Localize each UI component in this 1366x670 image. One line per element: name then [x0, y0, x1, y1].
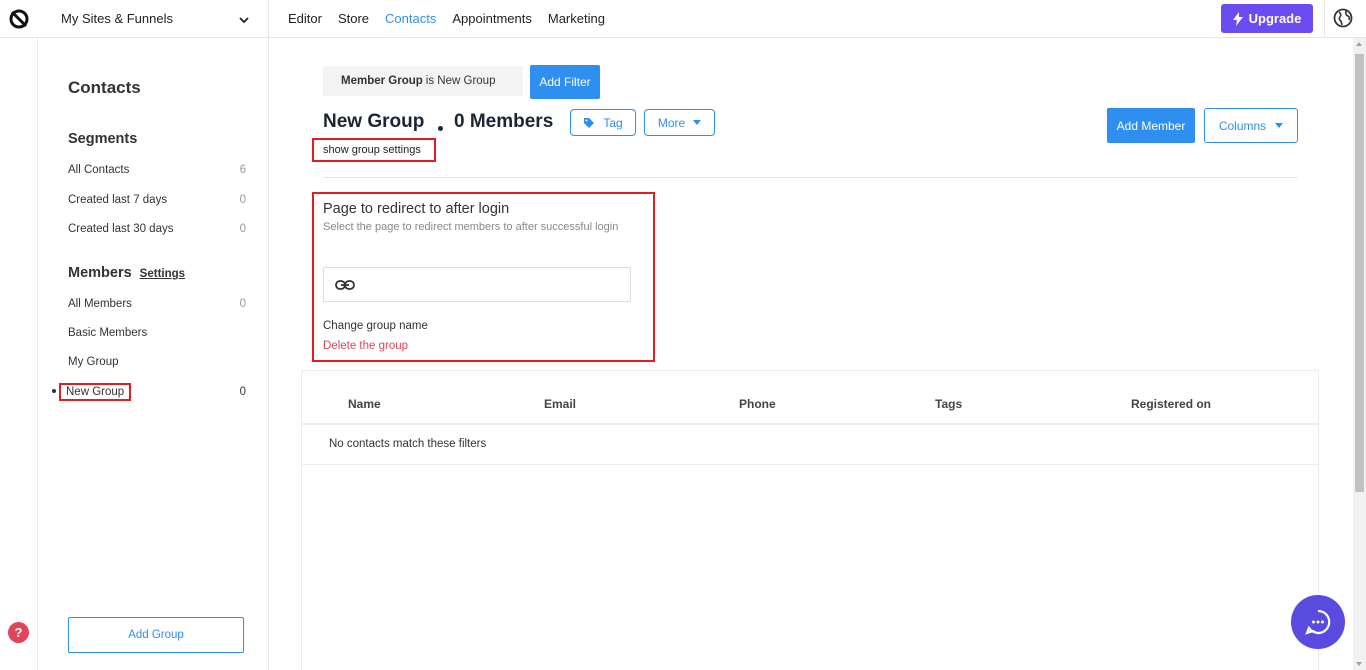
section-divider	[323, 177, 1298, 178]
caret-down-icon	[1275, 123, 1284, 128]
nav-divider	[268, 0, 269, 38]
column-header-tags[interactable]: Tags	[935, 397, 962, 411]
active-filter-chip[interactable]: Member Group is New Group	[323, 66, 523, 96]
members-settings-link[interactable]: Settings	[140, 268, 185, 280]
redirect-title: Page to redirect to after login	[323, 201, 510, 217]
add-group-button[interactable]: Add Group	[68, 617, 244, 653]
empty-table-message: No contacts match these filters	[329, 438, 487, 450]
tag-button-label: Tag	[603, 115, 623, 130]
sidebar-item-count: 0	[239, 298, 246, 310]
sidebar: Contacts Segments All Contacts 6 Created…	[38, 38, 269, 670]
page-scrollbar[interactable]	[1353, 38, 1366, 670]
change-group-name-link[interactable]: Change group name	[323, 320, 428, 332]
sidebar-item-count: 0	[239, 194, 246, 206]
sidebar-item-label: Created last 30 days	[68, 223, 174, 235]
column-header-registered-on[interactable]: Registered on	[1131, 397, 1211, 411]
sidebar-item-basic-members[interactable]: Basic Members	[68, 327, 246, 339]
members-heading: Members Settings	[68, 265, 185, 281]
sidebar-item-created-30-days[interactable]: Created last 30 days 0	[68, 223, 246, 235]
sidebar-item-label: My Group	[68, 356, 119, 368]
nav-editor[interactable]: Editor	[288, 11, 322, 26]
member-count: 0 Members	[454, 111, 554, 132]
globe-icon[interactable]	[1333, 8, 1353, 28]
columns-dropdown-button[interactable]: Columns	[1204, 108, 1298, 143]
sidebar-item-count: 0	[239, 386, 246, 398]
chat-bubble-icon	[1305, 609, 1331, 635]
sidebar-item-label: Created last 7 days	[68, 194, 168, 206]
chat-support-button[interactable]	[1291, 595, 1345, 649]
column-header-email[interactable]: Email	[544, 397, 576, 411]
segments-heading: Segments	[68, 131, 138, 147]
sidebar-item-count: 0	[239, 223, 246, 235]
column-header-phone[interactable]: Phone	[739, 397, 776, 411]
upgrade-button[interactable]: Upgrade	[1221, 4, 1313, 33]
table-row: No contacts match these filters	[302, 425, 1318, 465]
add-filter-button[interactable]: Add Filter	[530, 65, 600, 99]
filter-value: is New Group	[425, 75, 496, 87]
caret-down-icon	[693, 120, 702, 125]
members-table: Name Email Phone Tags Registered on No c…	[301, 370, 1319, 670]
redirect-description: Select the page to redirect members to a…	[323, 221, 619, 233]
nav-marketing[interactable]: Marketing	[548, 11, 605, 26]
sidebar-item-new-group[interactable]: New Group 0	[59, 383, 246, 401]
add-member-button[interactable]: Add Member	[1107, 108, 1195, 143]
columns-button-label: Columns	[1218, 118, 1267, 133]
sidebar-item-all-contacts[interactable]: All Contacts 6	[68, 164, 246, 176]
redirect-page-input[interactable]	[323, 267, 631, 302]
scrollbar-thumb[interactable]	[1355, 54, 1364, 492]
show-group-settings-link[interactable]: show group settings	[312, 138, 436, 162]
more-dropdown-button[interactable]: More	[644, 109, 715, 136]
chevron-down-icon[interactable]	[238, 14, 250, 26]
site-selector[interactable]: My Sites & Funnels	[61, 11, 173, 26]
tag-button[interactable]: Tag	[570, 109, 636, 136]
group-settings-panel: Page to redirect to after login Select t…	[312, 192, 655, 362]
nav-divider	[1324, 0, 1325, 38]
nav-store[interactable]: Store	[338, 11, 369, 26]
sidebar-item-label: New Group	[59, 383, 132, 401]
tag-icon	[584, 117, 595, 128]
help-icon[interactable]: ?	[8, 622, 29, 643]
bolt-icon	[1232, 11, 1243, 26]
sidebar-item-label: Basic Members	[68, 327, 148, 339]
column-header-name[interactable]: Name	[348, 397, 381, 411]
link-icon	[335, 280, 355, 290]
sidebar-item-my-group[interactable]: My Group	[68, 356, 246, 368]
sidebar-title: Contacts	[68, 78, 141, 97]
filter-field: Member Group	[341, 75, 423, 87]
main-nav: Editor Store Contacts Appointments Marke…	[288, 11, 605, 26]
members-heading-label: Members	[68, 265, 132, 281]
title-separator-dot	[438, 126, 443, 131]
selected-indicator-dot	[52, 389, 56, 393]
brand-logo-icon[interactable]	[8, 8, 30, 30]
sidebar-item-all-members[interactable]: All Members 0	[68, 298, 246, 310]
nav-contacts[interactable]: Contacts	[385, 11, 436, 26]
scroll-down-icon[interactable]	[1356, 662, 1362, 666]
more-button-label: More	[657, 115, 686, 130]
nav-appointments[interactable]: Appointments	[452, 11, 532, 26]
sidebar-item-count: 6	[239, 164, 246, 176]
top-navigation-bar: My Sites & Funnels Editor Store Contacts…	[0, 0, 1366, 38]
sidebar-item-label: All Members	[68, 298, 132, 310]
page-title: New Group	[323, 111, 425, 132]
scroll-up-icon[interactable]	[1356, 42, 1362, 46]
sidebar-item-created-7-days[interactable]: Created last 7 days 0	[68, 194, 246, 206]
delete-group-link[interactable]: Delete the group	[323, 340, 408, 352]
sidebar-item-label: All Contacts	[68, 164, 130, 176]
upgrade-label: Upgrade	[1248, 11, 1302, 26]
table-header: Name Email Phone Tags Registered on	[302, 371, 1318, 425]
